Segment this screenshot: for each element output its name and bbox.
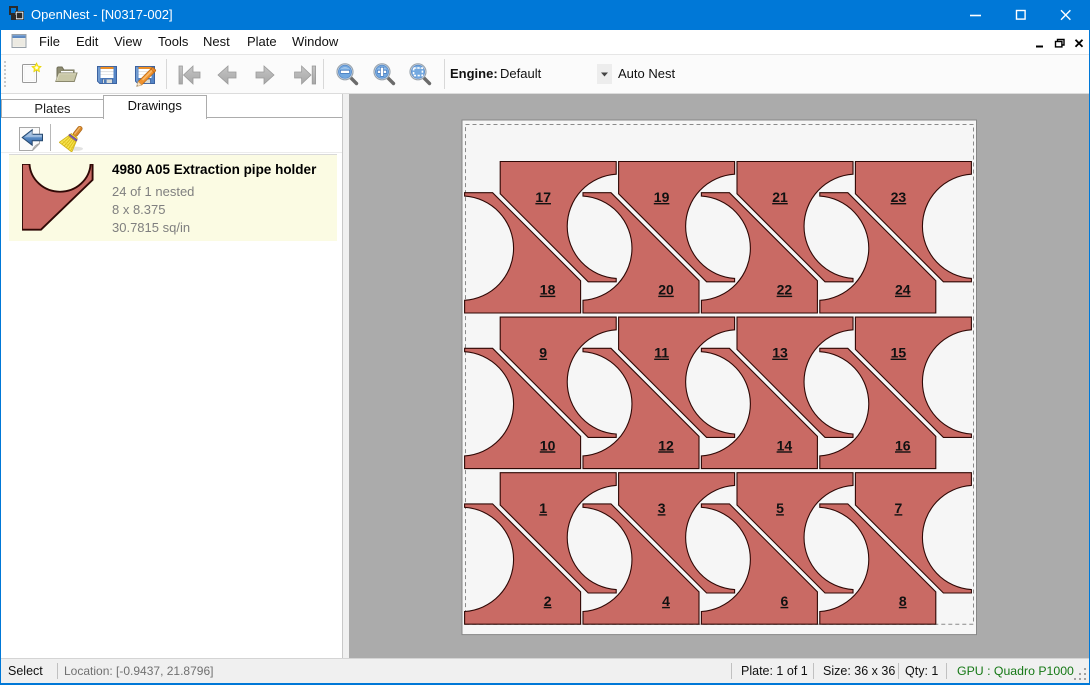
svg-text:10: 10 xyxy=(540,437,556,453)
svg-text:21: 21 xyxy=(772,189,788,205)
svg-text:20: 20 xyxy=(658,282,674,298)
svg-text:23: 23 xyxy=(891,189,907,205)
svg-text:19: 19 xyxy=(654,189,670,205)
svg-text:1: 1 xyxy=(539,500,547,516)
svg-text:8: 8 xyxy=(899,593,907,609)
svg-text:14: 14 xyxy=(777,437,793,453)
svg-text:18: 18 xyxy=(540,282,556,298)
svg-text:5: 5 xyxy=(776,500,784,516)
svg-text:3: 3 xyxy=(658,500,666,516)
svg-text:16: 16 xyxy=(895,437,911,453)
svg-text:6: 6 xyxy=(781,593,789,609)
svg-text:7: 7 xyxy=(895,500,903,516)
svg-text:22: 22 xyxy=(777,282,793,298)
svg-text:11: 11 xyxy=(654,345,669,361)
svg-text:2: 2 xyxy=(544,593,552,609)
svg-text:13: 13 xyxy=(772,345,788,361)
svg-text:12: 12 xyxy=(658,437,674,453)
svg-text:4: 4 xyxy=(662,593,670,609)
svg-text:9: 9 xyxy=(539,345,547,361)
svg-text:17: 17 xyxy=(535,189,551,205)
svg-text:24: 24 xyxy=(895,282,911,298)
svg-text:15: 15 xyxy=(891,345,907,361)
